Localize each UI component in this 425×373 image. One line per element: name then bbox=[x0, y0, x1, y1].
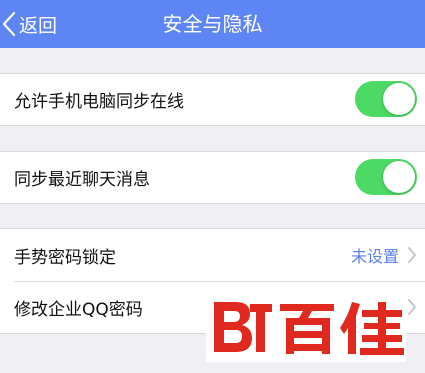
sync-messages-toggle[interactable] bbox=[355, 159, 417, 195]
nav-bar: 返回 安全与隐私 bbox=[0, 0, 425, 48]
gesture-lock-row[interactable]: 手势密码锁定 未设置 bbox=[0, 229, 425, 281]
change-password-label: 修改企业QQ密码 bbox=[14, 299, 143, 320]
sync-online-label: 允许手机电脑同步在线 bbox=[14, 92, 184, 112]
chevron-left-icon bbox=[2, 11, 16, 37]
list-item: 允许手机电脑同步在线 bbox=[0, 74, 425, 125]
chevron-right-icon bbox=[407, 298, 417, 320]
gesture-lock-value: 未设置 bbox=[350, 247, 399, 266]
sync-messages-label: 同步最近聊天消息 bbox=[14, 170, 150, 190]
watermark-logo bbox=[206, 296, 406, 362]
chevron-right-icon bbox=[407, 246, 417, 268]
settings-group-sync-messages: 同步最近聊天消息 bbox=[0, 151, 425, 204]
back-button[interactable]: 返回 bbox=[2, 0, 57, 48]
back-label: 返回 bbox=[19, 14, 58, 37]
sync-online-toggle[interactable] bbox=[355, 81, 417, 117]
list-item: 同步最近聊天消息 bbox=[0, 152, 425, 203]
page-title: 安全与隐私 bbox=[162, 12, 263, 36]
toggle-knob bbox=[383, 161, 415, 193]
gesture-lock-label: 手势密码锁定 bbox=[14, 247, 116, 268]
toggle-knob bbox=[383, 83, 415, 115]
settings-group-sync-online: 允许手机电脑同步在线 bbox=[0, 73, 425, 126]
